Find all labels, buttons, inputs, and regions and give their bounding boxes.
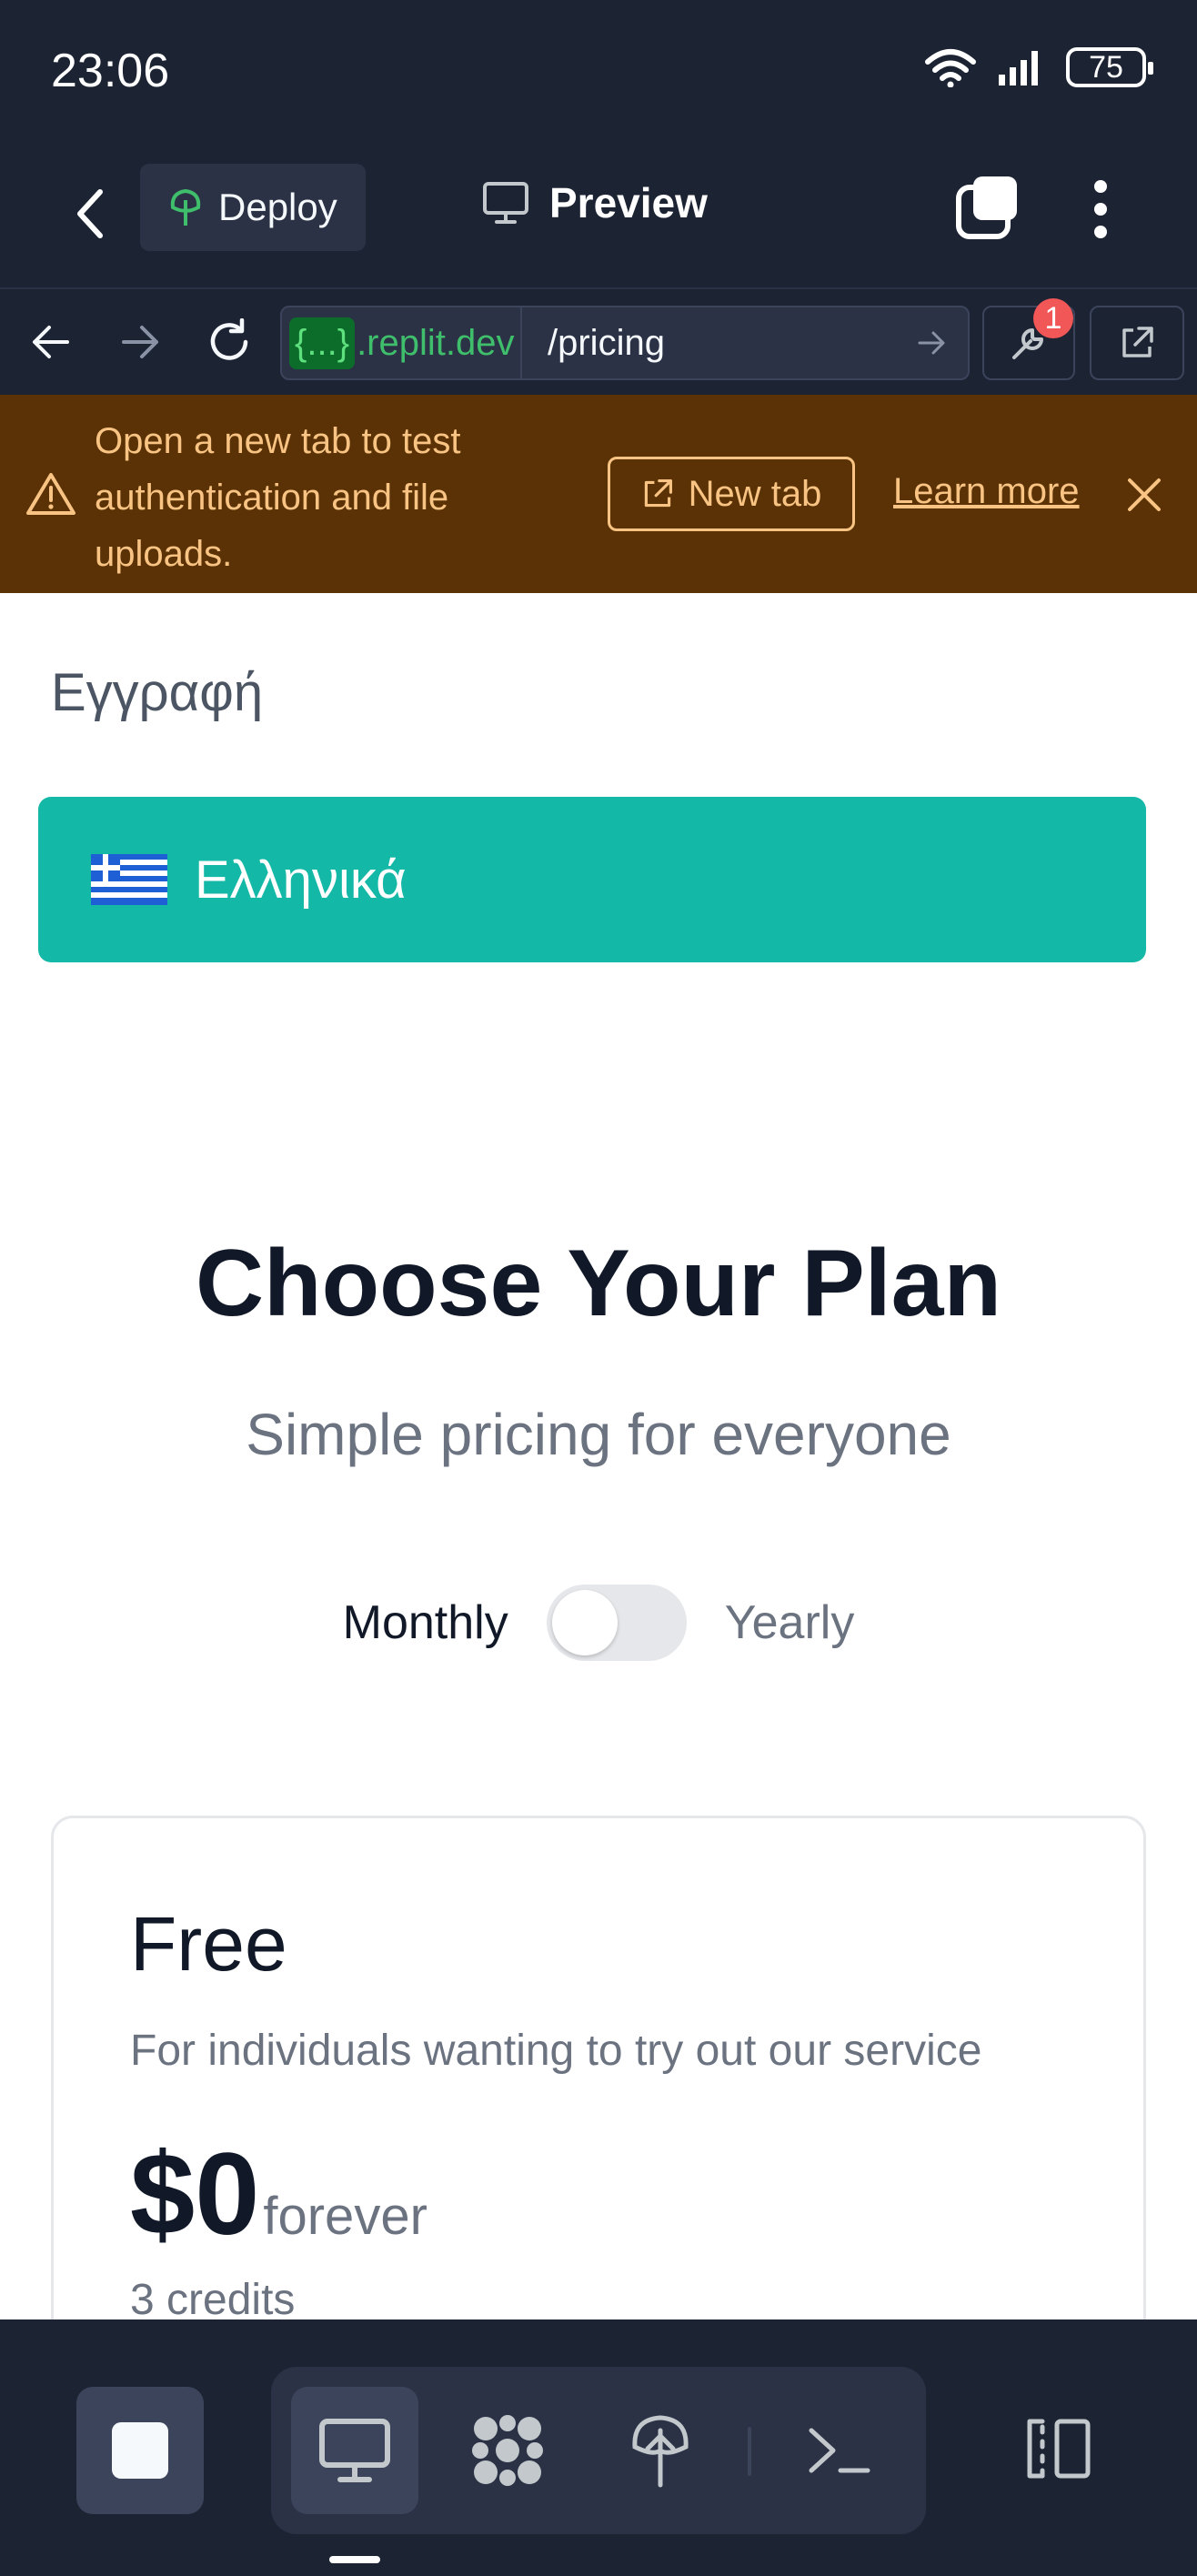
open-external-button[interactable]	[1090, 306, 1184, 380]
tabs-button[interactable]	[955, 175, 1021, 240]
battery-level: 75	[1089, 49, 1123, 85]
toggle-panel-button[interactable]	[1011, 2385, 1102, 2512]
billing-period-toggle[interactable]	[546, 1585, 687, 1661]
dot-icon	[1094, 203, 1107, 216]
status-time: 23:06	[51, 45, 170, 97]
billing-toggle-row: Monthly Yearly	[0, 1585, 1197, 1661]
more-options-button[interactable]	[1082, 173, 1119, 246]
monitor-icon	[319, 2419, 390, 2482]
apps-tool-button[interactable]	[444, 2387, 571, 2514]
workspace-tools	[271, 2367, 926, 2534]
tabs-icon	[956, 176, 1017, 239]
bottom-toolbar	[0, 2319, 1197, 2576]
plan-description: For individuals wanting to try out our s…	[130, 2027, 982, 2075]
plan-credits: 3 credits	[130, 2276, 296, 2319]
battery-icon: 75	[1066, 47, 1153, 87]
stop-icon	[112, 2422, 168, 2479]
deploy-tool-button[interactable]	[597, 2387, 724, 2514]
new-tab-button[interactable]: New tab	[608, 457, 855, 531]
apps-icon	[472, 2415, 543, 2486]
url-host-code: {...}	[289, 317, 356, 369]
chevron-left-icon	[77, 189, 103, 238]
deploy-icon	[170, 188, 201, 226]
notification-badge: 1	[1033, 298, 1073, 338]
stop-button[interactable]	[76, 2387, 204, 2514]
warning-icon	[26, 473, 75, 515]
signup-link[interactable]: Εγγραφή	[51, 662, 263, 723]
toggle-knob	[551, 1590, 618, 1655]
preview-label: Preview	[549, 179, 708, 226]
plan-price-amount: $0	[130, 2129, 260, 2259]
browser-forward-button[interactable]	[115, 317, 166, 367]
status-bar: 23:06 75	[0, 0, 1197, 146]
url-go-button[interactable]	[895, 330, 968, 356]
signal-icon	[999, 51, 1038, 86]
greece-flag-icon	[91, 854, 167, 905]
browser-bar: {...} .replit.dev /pricing 1	[0, 289, 1197, 395]
reload-button[interactable]	[204, 317, 255, 367]
panel-icon	[1027, 2419, 1091, 2479]
deploy-icon	[632, 2415, 689, 2488]
deploy-label: Deploy	[218, 186, 337, 228]
auth-warning-banner: Open a new tab to test authentication an…	[0, 395, 1197, 593]
plan-card-free: Free For individuals wanting to try out …	[51, 1816, 1146, 2319]
billing-yearly-label: Yearly	[724, 1596, 855, 1649]
toolbar-separator	[748, 2427, 751, 2476]
system-icons: 75	[924, 47, 1153, 87]
language-selector[interactable]: Ελληνικά	[38, 797, 1146, 962]
plan-price-period: forever	[263, 2187, 428, 2246]
shell-tool-button[interactable]	[775, 2387, 902, 2514]
close-banner-button[interactable]	[1124, 475, 1164, 515]
close-icon	[1128, 478, 1161, 511]
external-link-icon	[1122, 327, 1153, 357]
url-path[interactable]: /pricing	[522, 323, 895, 364]
deploy-button[interactable]: Deploy	[140, 164, 366, 251]
home-indicator	[329, 2556, 380, 2563]
web-preview: Εγγραφή Ελληνικά Choose Your Plan Simple…	[0, 593, 1197, 2319]
wifi-icon	[925, 49, 976, 87]
page-title: Choose Your Plan	[195, 1231, 1002, 1336]
arrow-right-icon	[918, 331, 945, 355]
dot-icon	[1094, 180, 1107, 193]
new-tab-label: New tab	[688, 473, 822, 514]
monitor-icon	[483, 182, 528, 224]
dot-icon	[1094, 226, 1107, 238]
browser-back-button[interactable]	[25, 317, 76, 367]
arrow-left-icon	[33, 326, 69, 358]
plan-name: Free	[130, 1901, 287, 1987]
arrow-right-icon	[122, 326, 158, 358]
reload-icon	[210, 318, 248, 360]
learn-more-link[interactable]: Learn more	[893, 471, 1080, 512]
app-header: Deploy Preview	[0, 146, 1197, 287]
language-label: Ελληνικά	[195, 850, 407, 910]
page-subtitle: Simple pricing for everyone	[246, 1402, 951, 1467]
preview-title: Preview	[482, 178, 708, 227]
terminal-icon	[809, 2428, 870, 2473]
preview-tool-button[interactable]	[291, 2387, 418, 2514]
url-bar[interactable]: {...} .replit.dev /pricing	[280, 306, 970, 380]
banner-message: Open a new tab to test authentication an…	[95, 421, 461, 574]
external-link-icon	[644, 479, 672, 508]
back-button[interactable]	[64, 182, 118, 246]
billing-monthly-label: Monthly	[342, 1596, 508, 1649]
url-host-domain: .replit.dev	[357, 322, 515, 363]
url-host: {...} .replit.dev	[282, 307, 522, 378]
plan-price: $0 forever	[130, 2128, 428, 2261]
